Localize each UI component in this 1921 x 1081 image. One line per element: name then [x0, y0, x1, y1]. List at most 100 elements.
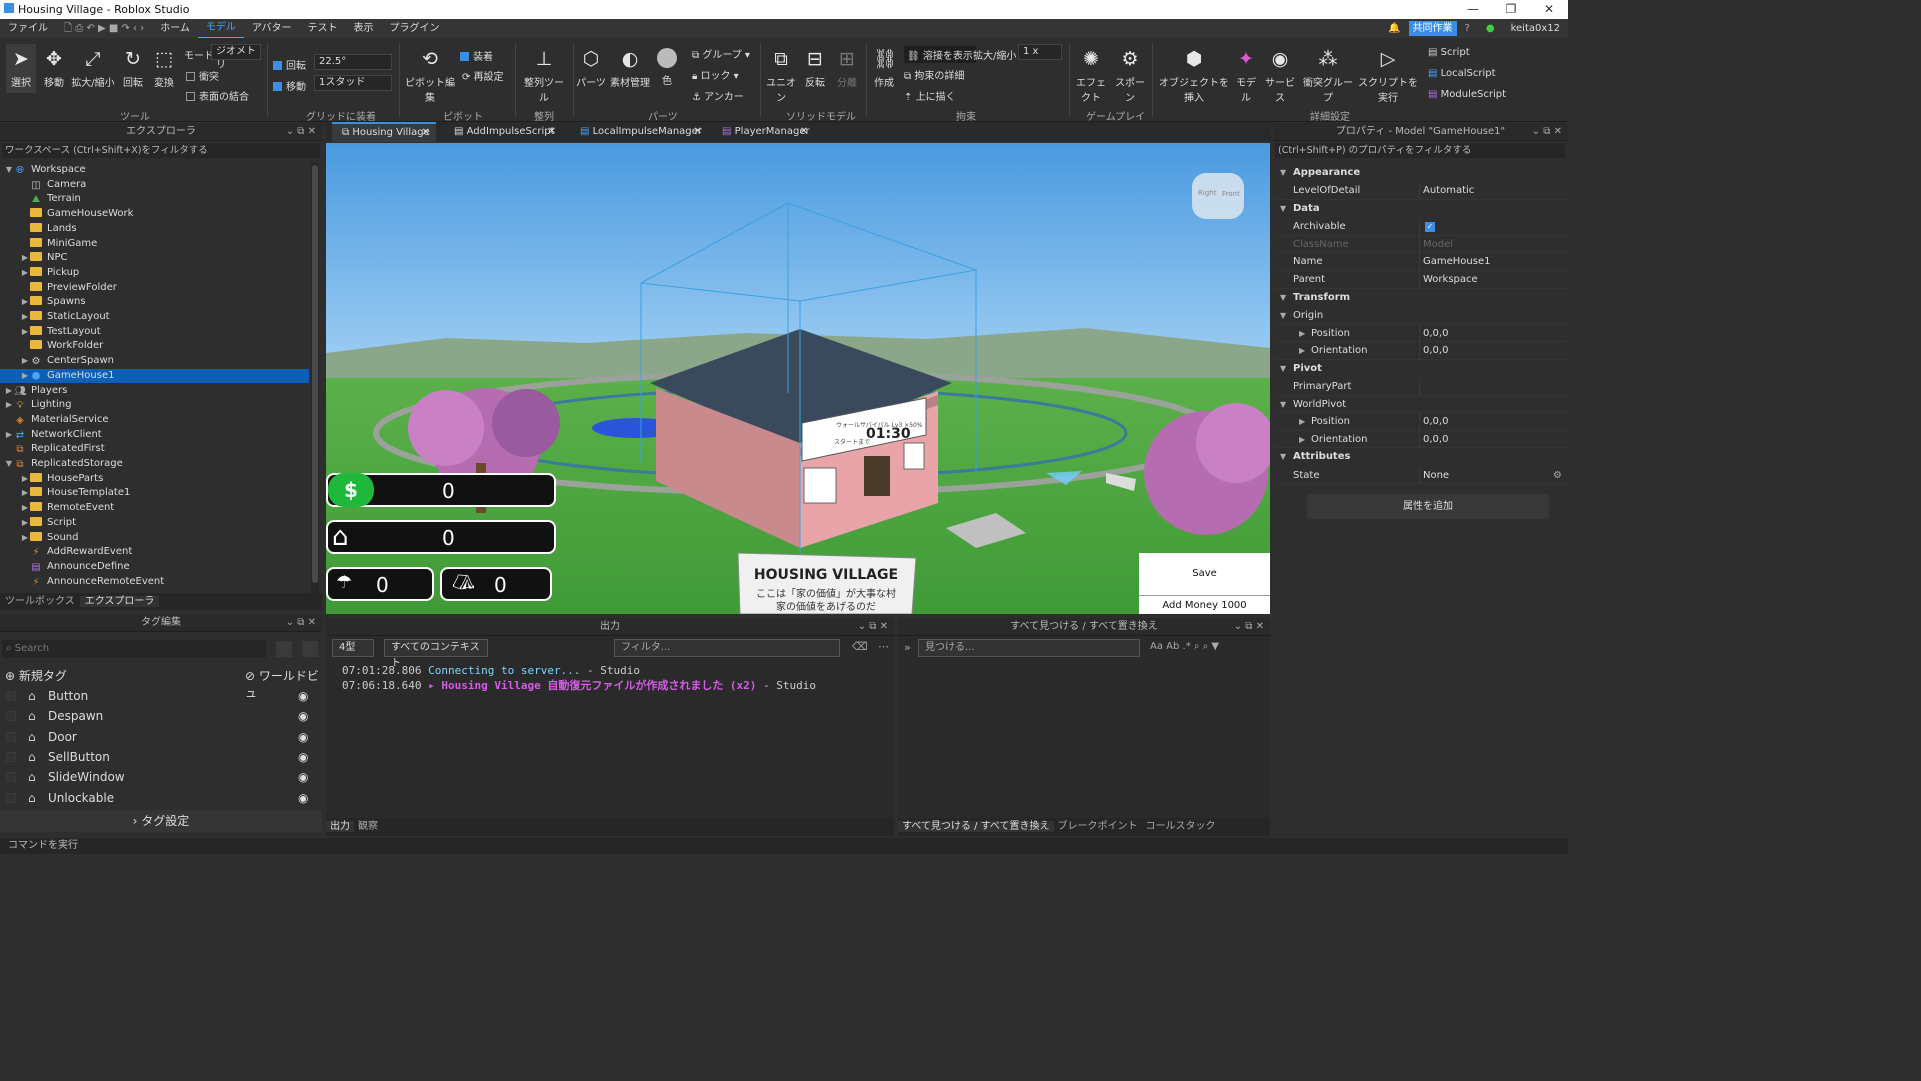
- explorer-item[interactable]: ▶ NPC: [0, 251, 68, 266]
- property-value[interactable]: 0,0,0: [1423, 431, 1448, 448]
- quick-access-icons[interactable]: 🗋 ⎙ ↶ ▶ ■ ↷ ‹ ›: [56, 19, 152, 38]
- select-tool[interactable]: ➤ 選択: [6, 44, 36, 93]
- grid-move-toggle[interactable]: 移動: [273, 78, 306, 93]
- property-section[interactable]: ▼ Transform: [1275, 289, 1567, 306]
- expand-arrow-icon[interactable]: ▶: [20, 501, 30, 516]
- scale-tool[interactable]: ⤢ 拡大/縮小: [70, 48, 116, 89]
- output-tab[interactable]: 出力: [326, 821, 354, 832]
- tag-checkbox[interactable]: [6, 731, 16, 742]
- property-row[interactable]: ▶ Position 0,0,0: [1275, 324, 1567, 342]
- explorer-filter-input[interactable]: ワークスペース (Ctrl+Shift+X)をフィルタする: [2, 143, 320, 158]
- tab-add-impulse-script[interactable]: ▤ AddImpulseScript ✕: [444, 122, 562, 142]
- close-icon[interactable]: ✕: [548, 122, 556, 142]
- explorer-item[interactable]: ▶ 👥︎ Players: [0, 384, 67, 399]
- grid-move-checkbox[interactable]: [273, 82, 282, 91]
- explorer-item[interactable]: ▤ AnnounceDefine: [0, 560, 129, 575]
- tag-row[interactable]: ⌂ SlideWindow ◉: [0, 767, 322, 787]
- explorer-item[interactable]: ▶ HouseTemplate1: [0, 486, 130, 501]
- property-row[interactable]: ▶ Orientation 0,0,0: [1275, 430, 1567, 449]
- explorer-item[interactable]: WorkFolder: [0, 339, 103, 354]
- transform-tool[interactable]: ⬚ 変換: [150, 48, 178, 89]
- expand-arrow-icon[interactable]: ▶: [20, 325, 30, 340]
- property-group[interactable]: ▼ Origin: [1275, 307, 1567, 325]
- grid-move-value[interactable]: 1スタッド: [314, 75, 392, 91]
- menu-view[interactable]: 表示: [346, 19, 382, 38]
- expand-arrow-icon[interactable]: ▶: [1299, 325, 1305, 342]
- explorer-item[interactable]: ▶ ⇄ NetworkClient: [0, 428, 102, 443]
- expand-arrow-icon[interactable]: ▶: [20, 486, 30, 501]
- add-attribute-button[interactable]: 属性を追加: [1307, 494, 1549, 519]
- property-value[interactable]: 0,0,0: [1423, 342, 1448, 359]
- expand-arrow-icon[interactable]: ▶: [20, 354, 30, 369]
- eye-icon[interactable]: ◉: [298, 788, 308, 808]
- tab-player-manager[interactable]: ▤ PlayerManager ✕: [712, 122, 814, 142]
- tag-checkbox[interactable]: [6, 691, 16, 701]
- collision-toggle[interactable]: 衝突: [186, 68, 219, 83]
- expand-arrow-icon[interactable]: ▶: [20, 310, 30, 325]
- explorer-item[interactable]: ▶ TestLayout: [0, 325, 101, 340]
- explorer-scrollbar[interactable]: [311, 163, 319, 593]
- tag-checkbox[interactable]: [6, 751, 16, 762]
- menu-avatar[interactable]: アバター: [244, 19, 300, 38]
- minimize-button[interactable]: —: [1454, 0, 1492, 19]
- property-row[interactable]: Parent Workspace: [1275, 271, 1567, 289]
- tag-checkbox[interactable]: [6, 711, 16, 722]
- expand-arrow-icon[interactable]: ▶: [1299, 413, 1305, 430]
- explorer-item[interactable]: ▶ StaticLayout: [0, 310, 110, 325]
- tag-row[interactable]: ⌂ Unlockable ◉: [0, 788, 322, 808]
- menu-home[interactable]: ホーム: [152, 19, 198, 38]
- expand-arrow-icon[interactable]: ▶: [4, 384, 14, 399]
- collapse-arrow-icon[interactable]: ▼: [1280, 289, 1286, 306]
- call-stack-tab[interactable]: コールスタック: [1142, 821, 1220, 832]
- menu-file[interactable]: ファイル: [0, 19, 56, 38]
- constraint-scale-value[interactable]: 1 x: [1018, 44, 1062, 60]
- anchor-button[interactable]: ⚓︎ アンカー: [692, 88, 744, 103]
- menu-test[interactable]: テスト: [300, 19, 346, 38]
- explorer-item[interactable]: ◫ Camera: [0, 178, 86, 193]
- insert-object-button[interactable]: ⬢ オブジェクトを挿入: [1156, 48, 1232, 104]
- menu-plugins[interactable]: プラグイン: [382, 19, 448, 38]
- tab-housing-village[interactable]: ⧉ Housing Village ✕: [332, 122, 436, 142]
- union-button[interactable]: ⧉ ユニオン: [764, 48, 798, 104]
- join-surfaces-checkbox[interactable]: [186, 92, 195, 101]
- collapse-arrow-icon[interactable]: ▼: [1280, 448, 1286, 465]
- new-tag-button[interactable]: ⊕ 新規タグ: [5, 667, 67, 684]
- explorer-item[interactable]: GameHouseWork: [0, 207, 133, 222]
- toolbox-tab[interactable]: ツールボックス: [0, 596, 80, 607]
- view-cube[interactable]: Right Front: [1192, 173, 1244, 219]
- property-value[interactable]: Workspace: [1423, 271, 1478, 288]
- eye-icon[interactable]: ◉: [298, 727, 308, 747]
- properties-filter-input[interactable]: (Ctrl+Shift+P) のプロパティをフィルタする: [1275, 143, 1565, 158]
- property-group[interactable]: ▼ WorldPivot: [1275, 396, 1567, 414]
- effects-button[interactable]: ✺ エフェクト: [1072, 48, 1110, 104]
- tag-delete-icon[interactable]: [302, 641, 318, 657]
- property-section[interactable]: ▼ Pivot: [1275, 360, 1567, 377]
- property-row[interactable]: State None ⚙: [1275, 466, 1567, 485]
- property-row[interactable]: ClassName Model: [1275, 235, 1567, 254]
- explorer-item[interactable]: ▶ Script: [0, 516, 76, 531]
- expand-arrow-icon[interactable]: ▶: [20, 251, 30, 266]
- eye-icon[interactable]: ◉: [298, 767, 308, 787]
- close-icon[interactable]: ✕: [694, 122, 702, 142]
- pivot-snap-toggle[interactable]: 装着: [460, 48, 493, 63]
- property-row[interactable]: Archivable ✓: [1275, 218, 1567, 236]
- expand-replace-icon[interactable]: »: [904, 641, 911, 654]
- explorer-item[interactable]: ▶ ⚙ CenterSpawn: [0, 354, 114, 369]
- gear-icon[interactable]: ⚙: [1553, 467, 1562, 484]
- property-value[interactable]: 0,0,0: [1423, 325, 1448, 342]
- grid-rotate-checkbox[interactable]: [273, 61, 282, 70]
- watch-tab[interactable]: 観察: [354, 821, 382, 832]
- game-viewport[interactable]: 01:30 ウォールサバイバル Lv3 ×50% スタートまで HOUSING …: [326, 143, 1270, 614]
- panel-controls-icon[interactable]: ⌄ ⧉ ✕: [286, 614, 316, 632]
- close-button[interactable]: ✕: [1530, 0, 1568, 19]
- help-icon[interactable]: ?: [1457, 19, 1478, 38]
- save-button[interactable]: Save: [1139, 553, 1270, 595]
- rotate-tool[interactable]: ↻ 回転: [120, 48, 146, 89]
- command-bar-input[interactable]: コマンドを実行: [0, 838, 1568, 854]
- expand-arrow-icon[interactable]: ▶: [1299, 431, 1305, 448]
- notification-icon[interactable]: 🔔: [1380, 19, 1408, 38]
- collapse-arrow-icon[interactable]: ▼: [1280, 396, 1286, 413]
- material-manager-button[interactable]: ◐ 素材管理: [608, 48, 652, 89]
- collapse-arrow-icon[interactable]: ▼: [1280, 164, 1286, 181]
- find-input[interactable]: 見つける...: [918, 639, 1140, 657]
